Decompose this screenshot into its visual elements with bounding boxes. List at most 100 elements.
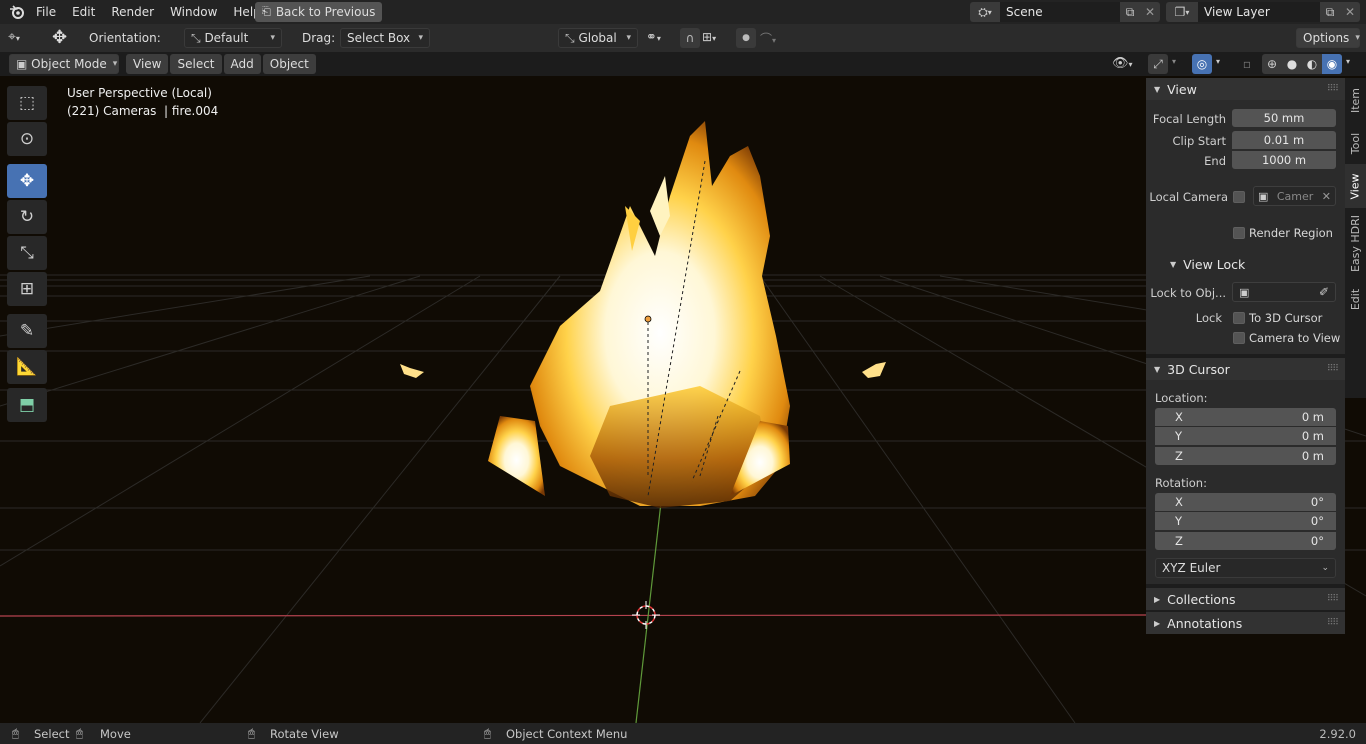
rotation-mode-dropdown[interactable]: XYZ Euler ⌄ — [1155, 558, 1336, 578]
cursor-rotation-x-field[interactable]: X 0° — [1155, 493, 1336, 511]
delete-scene-icon[interactable]: ✕ — [1140, 2, 1160, 22]
tab-view[interactable]: View — [1345, 164, 1366, 208]
x-axis-line — [0, 614, 1147, 617]
rendered-shading-icon[interactable]: ◉ — [1322, 54, 1342, 74]
add-cube-icon[interactable]: ⬒ — [7, 388, 47, 422]
orientation-dropdown[interactable]: ⤡ Default ▾ — [184, 28, 282, 48]
select-menu[interactable]: Select — [170, 54, 222, 74]
visibility-eye-icon[interactable]: 👁▾ — [1112, 56, 1133, 71]
tab-edit[interactable]: Edit — [1345, 278, 1366, 320]
delete-view-layer-icon[interactable]: ✕ — [1340, 2, 1360, 22]
back-to-previous-button[interactable]: ⎗ Back to Previous — [255, 2, 383, 22]
view-lock-subheader[interactable]: ▼ View Lock — [1146, 253, 1345, 275]
fire-object[interactable] — [400, 121, 886, 508]
wireframe-shading-icon[interactable]: ⊕ — [1262, 54, 1282, 74]
clear-icon[interactable]: ✕ — [1322, 190, 1331, 203]
annotate-icon[interactable]: ✎ — [7, 314, 47, 348]
falloff-icon[interactable]: ⌒▾ — [760, 30, 776, 47]
material-shading-icon[interactable]: ◐ — [1302, 54, 1322, 74]
drag-dropdown[interactable]: Select Box ▾ — [340, 28, 430, 48]
axis-label: X — [1175, 410, 1183, 424]
duplicate-scene-icon[interactable]: ⧉ — [1120, 2, 1140, 22]
cursor-rotation-y-field[interactable]: Y 0° — [1155, 512, 1336, 530]
drag-grip-icon[interactable]: ⠿⠿ — [1327, 364, 1339, 374]
camera-to-view-checkbox[interactable] — [1233, 332, 1245, 344]
orientation-icon: ⤡ — [191, 31, 201, 45]
chevron-down-icon[interactable]: ▾ — [1346, 57, 1350, 66]
local-camera-label: Local Camera — [1149, 190, 1228, 204]
object-menu[interactable]: Object — [262, 54, 316, 74]
rotate-icon[interactable]: ↻ — [7, 200, 47, 234]
scale-icon[interactable]: ⤡ — [7, 236, 47, 270]
move-icon[interactable]: ✥ — [7, 164, 47, 198]
cursor-rotation-z-field[interactable]: Z 0° — [1155, 532, 1336, 550]
status-bar: 🖱 Select 🖱 Move 🖱 Rotate View 🖱 Object C… — [0, 723, 1366, 744]
cursor-location-z-field[interactable]: Z 0 m — [1155, 447, 1336, 465]
expanded-triangle-icon: ▼ — [1154, 84, 1161, 94]
lock-to-3d-cursor-checkbox[interactable] — [1233, 312, 1245, 324]
solid-shading-icon[interactable]: ● — [1282, 54, 1302, 74]
add-menu[interactable]: Add — [223, 54, 261, 74]
overlays-icon[interactable]: ◎ — [1192, 54, 1212, 74]
transform-icon[interactable]: ⊞ — [7, 272, 47, 306]
annotations-section-header[interactable]: ▶ Annotations ⠿⠿ — [1146, 612, 1345, 634]
object-mode-dropdown[interactable]: ▣ Object Mode ▾ — [9, 54, 119, 74]
chevron-down-icon[interactable]: ▾ — [1216, 57, 1220, 66]
view-layer-selector[interactable]: ❐ ▾ View Layer ⧉ ✕ — [1166, 2, 1360, 22]
select-box-icon[interactable]: ⬚ — [7, 86, 47, 120]
chevron-down-icon[interactable]: ▾ — [1172, 57, 1176, 66]
menu-edit[interactable]: Edit — [64, 0, 103, 24]
gizmo-icon[interactable]: ⤢ — [1148, 54, 1168, 74]
clip-end-field[interactable]: 1000 m — [1232, 151, 1336, 169]
menu-window[interactable]: Window — [162, 0, 225, 24]
version-label: 2.92.0 — [1319, 727, 1356, 741]
local-camera-object-field[interactable]: ▣ Camer ✕ — [1253, 186, 1336, 206]
view-menu[interactable]: View — [126, 54, 169, 74]
snap-target-icon[interactable]: ⊞▾ — [702, 30, 716, 44]
view-section-header[interactable]: ▼ View ⠿⠿ — [1146, 78, 1345, 100]
transform-orientation-dropdown[interactable]: ⤡ Global ▾ — [558, 28, 638, 48]
measure-icon[interactable]: 📐 — [7, 350, 47, 384]
drag-grip-icon[interactable]: ⠿⠿ — [1327, 84, 1339, 94]
view-layer-icon[interactable]: ❐ ▾ — [1166, 2, 1198, 22]
transform-orientation-value: Global — [578, 31, 617, 45]
scene-icon[interactable]: ⛭ ▾ — [970, 2, 1000, 22]
collections-section-header[interactable]: ▶ Collections ⠿⠿ — [1146, 588, 1345, 610]
blender-logo-icon[interactable] — [8, 4, 26, 20]
orientation-value: Default — [204, 31, 249, 45]
drag-grip-icon[interactable]: ⠿⠿ — [1327, 594, 1339, 604]
tab-item[interactable]: Item — [1345, 78, 1366, 122]
lock-to-object-field[interactable]: ▣ ✐ — [1232, 282, 1336, 302]
collapsed-triangle-icon: ▶ — [1154, 618, 1161, 628]
duplicate-view-layer-icon[interactable]: ⧉ — [1320, 2, 1340, 22]
mouse-scroll-icon: 🖱 — [248, 726, 255, 740]
scene-selector[interactable]: ⛭ ▾ Scene ⧉ ✕ — [970, 2, 1160, 22]
proportional-editing-icon[interactable]: ● — [736, 28, 756, 48]
view-layer-name-field[interactable]: View Layer — [1198, 2, 1320, 22]
chevron-down-icon: ▾ — [270, 33, 275, 43]
render-region-checkbox[interactable] — [1233, 227, 1245, 239]
camera-to-view-label: Camera to View — [1249, 331, 1341, 345]
pivot-point-icon[interactable]: ⚭▾ — [646, 30, 661, 45]
eyedropper-icon[interactable]: ✐ — [1319, 285, 1329, 299]
scene-name-field[interactable]: Scene — [1000, 2, 1120, 22]
cursor-icon[interactable]: ⊙ — [7, 122, 47, 156]
menu-render[interactable]: Render — [103, 0, 162, 24]
cursor-location-x-field[interactable]: X 0 m — [1155, 408, 1336, 426]
collections-title: Collections — [1167, 591, 1236, 607]
lock-to-3d-cursor-label: To 3D Cursor — [1249, 311, 1323, 325]
options-dropdown[interactable]: Options ▾ — [1296, 28, 1360, 48]
tab-easy-hdri[interactable]: Easy HDRI — [1345, 208, 1366, 278]
clip-start-field[interactable]: 0.01 m — [1232, 131, 1336, 149]
cursor-location-y-field[interactable]: Y 0 m — [1155, 427, 1336, 445]
tab-tool[interactable]: Tool — [1345, 122, 1366, 164]
drag-grip-icon[interactable]: ⠿⠿ — [1327, 618, 1339, 628]
focal-length-field[interactable]: 50 mm — [1232, 109, 1336, 127]
view-lock-title: View Lock — [1183, 256, 1246, 272]
local-camera-checkbox[interactable] — [1233, 191, 1245, 203]
xray-icon[interactable]: ▫ — [1238, 54, 1256, 74]
menu-file[interactable]: File — [28, 0, 64, 24]
3d-cursor-section-header[interactable]: ▼ 3D Cursor ⠿⠿ — [1146, 358, 1345, 380]
snap-icon[interactable]: ∩ — [680, 28, 700, 48]
editor-type-icon[interactable]: ⌖▾ — [8, 29, 20, 45]
